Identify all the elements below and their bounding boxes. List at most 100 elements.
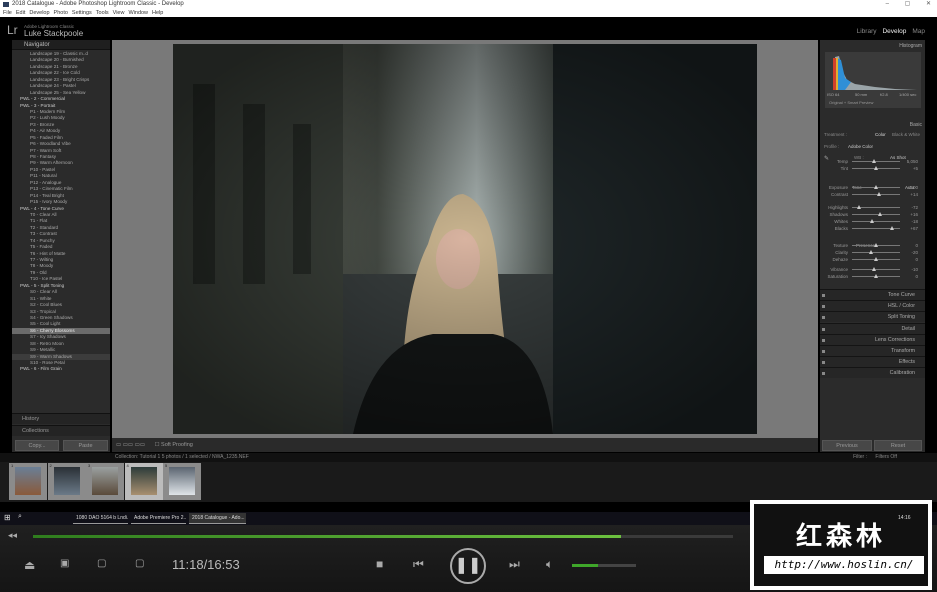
slider-dehaze[interactable]: Dehaze 0 xyxy=(824,256,922,263)
slider-whites[interactable]: Whites -18 xyxy=(824,218,922,225)
menu-develop[interactable]: Develop xyxy=(29,10,49,16)
slider-value[interactable]: -20 xyxy=(911,249,918,256)
slider-thumb[interactable] xyxy=(856,205,861,209)
subtitle-icon[interactable]: ▣ xyxy=(60,558,69,569)
slider-thumb[interactable] xyxy=(871,267,876,271)
slider-thumb[interactable] xyxy=(874,243,878,247)
slider-thumb[interactable] xyxy=(877,212,882,216)
section-hsl-color[interactable]: HSL / Color xyxy=(820,300,925,312)
tv-icon[interactable]: ▢ xyxy=(97,558,106,569)
taskbar-clock[interactable]: 14:16 xyxy=(898,514,911,523)
navigator-header[interactable]: Navigator xyxy=(12,40,110,50)
slider-thumb[interactable] xyxy=(877,192,882,196)
maximize-button[interactable]: ▢ xyxy=(905,1,911,7)
slider-thumb[interactable] xyxy=(871,159,876,163)
slider-value[interactable]: 0 xyxy=(915,242,918,249)
stop-button[interactable]: ■ xyxy=(376,557,383,571)
slider-thumb[interactable] xyxy=(874,274,878,278)
taskbar-item[interactable]: 2018 Catalogue - Ado... xyxy=(189,513,246,524)
slider-thumb[interactable] xyxy=(874,185,878,189)
slider-value[interactable]: 5,050 xyxy=(907,158,918,165)
slider-value[interactable]: -72 xyxy=(911,204,918,211)
menu-photo[interactable]: Photo xyxy=(54,10,68,16)
eject-icon[interactable]: ⏏ xyxy=(24,558,35,572)
previous-button[interactable]: Previous xyxy=(822,440,872,451)
treatment-bw[interactable]: Black & White xyxy=(892,132,920,137)
copy-button[interactable]: Copy... xyxy=(15,440,59,451)
slider-blacks[interactable]: Blacks +67 xyxy=(824,225,922,232)
presets-list[interactable]: Landscape 19 - Classic m..d Landscape 20 … xyxy=(12,50,110,373)
treatment-color[interactable]: Color xyxy=(875,132,886,137)
minimize-button[interactable]: – xyxy=(886,1,889,7)
slider-track[interactable] xyxy=(852,161,900,162)
slider-value[interactable]: +14 xyxy=(910,191,918,198)
slider-thumb[interactable] xyxy=(874,166,878,170)
paste-button[interactable]: Paste xyxy=(63,440,108,451)
module-library[interactable]: Library xyxy=(857,28,877,35)
next-track-button[interactable]: ⏭ xyxy=(509,557,520,572)
slider-contrast[interactable]: Contrast +14 xyxy=(824,191,922,198)
progress-bar[interactable] xyxy=(33,535,733,538)
slider-value[interactable]: +16 xyxy=(910,211,918,218)
slider-temp[interactable]: Temp 5,050 xyxy=(824,158,922,165)
slider-vibrance[interactable]: Vibrance -10 xyxy=(824,266,922,273)
rewind-icon[interactable]: ◂◂ xyxy=(8,530,17,541)
pc-icon[interactable]: ▢ xyxy=(135,558,144,569)
volume-slider[interactable] xyxy=(572,564,636,567)
slider-track[interactable] xyxy=(852,269,900,270)
menu-file[interactable]: File xyxy=(3,10,12,16)
slider-value[interactable]: +5 xyxy=(913,165,918,172)
module-develop[interactable]: Develop xyxy=(882,28,906,35)
filmstrip-thumbnail[interactable]: 1 xyxy=(9,463,47,500)
slider-track[interactable] xyxy=(852,221,900,222)
slider-thumb[interactable] xyxy=(889,226,894,230)
profile-dropdown[interactable]: Adobe Color xyxy=(848,144,873,149)
soft-proofing-checkbox[interactable]: ☐ xyxy=(155,442,160,448)
collections-section[interactable]: Collections xyxy=(12,425,110,436)
history-section[interactable]: History xyxy=(12,413,110,424)
taskbar-item[interactable]: 1080 DAO 5164 b Lndi... xyxy=(73,513,128,524)
section-lens-corrections[interactable]: Lens Corrections xyxy=(820,333,925,345)
menu-view[interactable]: View xyxy=(113,10,125,16)
volume-icon[interactable]: 🔈︎ xyxy=(546,557,553,572)
histogram-header[interactable]: Histogram xyxy=(899,43,922,49)
slider-value[interactable]: -10 xyxy=(911,266,918,273)
menu-help[interactable]: Help xyxy=(152,10,163,16)
preset-group[interactable]: PWL - 6 - Film Grain xyxy=(12,366,110,372)
slider-thumb[interactable] xyxy=(869,250,874,254)
slider-thumb[interactable] xyxy=(869,219,874,223)
slider-highlights[interactable]: Highlights -72 xyxy=(824,204,922,211)
search-icon[interactable]: ⌕ xyxy=(18,513,22,521)
menu-tools[interactable]: Tools xyxy=(96,10,109,16)
close-button[interactable]: ✕ xyxy=(926,1,931,7)
previous-track-button[interactable]: ⏮ xyxy=(413,557,424,572)
slider-tint[interactable]: Tint +5 xyxy=(824,165,922,172)
slider-clarity[interactable]: Clarity -20 xyxy=(824,249,922,256)
menu-edit[interactable]: Edit xyxy=(16,10,25,16)
section-effects[interactable]: Effects xyxy=(820,356,925,368)
pause-button[interactable]: ❚❚ xyxy=(450,548,486,584)
slider-saturation[interactable]: Saturation 0 xyxy=(824,273,922,280)
menu-window[interactable]: Window xyxy=(128,10,148,16)
photo-preview[interactable] xyxy=(173,44,757,434)
slider-value[interactable]: +67 xyxy=(910,225,918,232)
section-tone-curve[interactable]: Tone Curve xyxy=(820,289,925,300)
slider-value[interactable]: 0 xyxy=(915,256,918,263)
slider-shadows[interactable]: Shadows +16 xyxy=(824,211,922,218)
section-transform[interactable]: Transform xyxy=(820,345,925,356)
slider-track[interactable] xyxy=(852,194,900,195)
slider-value[interactable]: 0 xyxy=(915,273,918,280)
module-map[interactable]: Map xyxy=(912,28,925,35)
histogram[interactable]: ISO 64 50 mm f/2.8 1/400 sec Original + … xyxy=(825,52,921,108)
filmstrip-thumbnail[interactable]: 2 xyxy=(47,463,86,500)
slider-texture[interactable]: Texture 0 xyxy=(824,242,922,249)
slider-value[interactable]: -18 xyxy=(911,218,918,225)
slider-track[interactable] xyxy=(852,214,900,215)
filmstrip-thumbnail[interactable]: 5 xyxy=(163,463,201,500)
basic-header[interactable]: Basic xyxy=(910,122,922,128)
filmstrip-thumbnail[interactable]: 3 xyxy=(86,463,124,500)
menu-settings[interactable]: Settings xyxy=(72,10,92,16)
section-split-toning[interactable]: Split Toning xyxy=(820,311,925,323)
taskbar-item[interactable]: Adobe Premiere Pro 2... xyxy=(131,513,186,524)
filter-dropdown[interactable]: Filters Off xyxy=(875,453,897,462)
